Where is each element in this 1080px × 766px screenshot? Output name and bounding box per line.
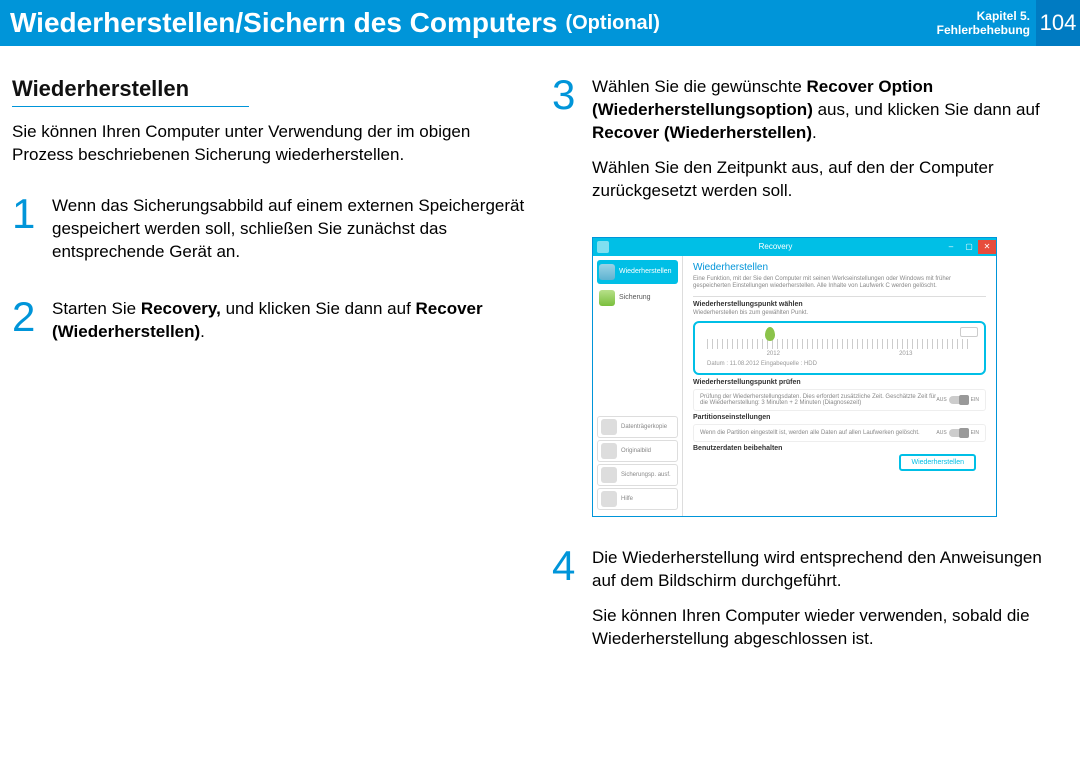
sidebar-item-label: Originalbild — [621, 448, 651, 454]
minimize-button[interactable]: – — [942, 240, 960, 254]
step-number: 4 — [552, 547, 582, 663]
step-body: Die Wiederherstellung wird entsprechend … — [592, 547, 1068, 663]
page-header: Wiederherstellen/Sichern des Computers (… — [0, 0, 1080, 46]
step-body: Starten Sie Recovery, und klicken Sie da… — [52, 298, 528, 356]
intro-text: Sie können Ihren Computer unter Verwendu… — [12, 121, 528, 167]
row-text: Prüfung der Wiederherstellungsdaten. Die… — [700, 394, 936, 406]
step-number: 3 — [552, 76, 582, 215]
toggle-on-label: EIN — [971, 397, 979, 403]
step-number: 1 — [12, 195, 42, 276]
toggle-partition[interactable]: AUS EIN — [936, 429, 979, 437]
toggle-off-label: AUS — [936, 397, 946, 403]
sub-heading-1: Wiederherstellungspunkt wählen — [693, 301, 986, 308]
check-row: Prüfung der Wiederherstellungsdaten. Die… — [693, 389, 986, 411]
sidebar-item-diskcopy[interactable]: Datenträgerkopie — [597, 416, 678, 438]
panel-heading: Wiederherstellen — [693, 262, 986, 273]
sidebar-item-label: Sicherungsp. ausf. — [621, 472, 671, 478]
page-title: Wiederherstellen/Sichern des Computers — [10, 7, 557, 39]
step-2: 2 Starten Sie Recovery, und klicken Sie … — [12, 298, 528, 356]
sub1-caption: Wiederherstellen bis zum gewählten Punkt… — [693, 310, 986, 317]
sidebar-item-label: Sicherung — [619, 294, 651, 301]
panel-description: Eine Funktion, mit der Sie den Computer … — [693, 276, 986, 290]
sidebar-item-label: Wiederherstellen — [619, 268, 672, 275]
timeline-pin-icon[interactable] — [765, 327, 775, 341]
sidebar: Wiederherstellen Sicherung Datenträgerko… — [593, 256, 683, 516]
chapter-line2: Fehlerbehebung — [937, 23, 1030, 37]
refresh-icon[interactable] — [960, 327, 978, 337]
row-text: Wenn die Partition eingestellt ist, werd… — [700, 430, 920, 436]
toggle-on-label: EIN — [971, 430, 979, 436]
window-title: Recovery — [609, 242, 942, 251]
step-extra: Wählen Sie den Zeitpunkt aus, auf den de… — [592, 157, 1068, 203]
timeline-year: 2013 — [899, 351, 912, 357]
sub-heading-2: Wiederherstellungspunkt prüfen — [693, 379, 986, 386]
main-panel: Wiederherstellen Eine Funktion, mit der … — [683, 256, 996, 516]
sidebar-item-help[interactable]: Hilfe — [597, 488, 678, 510]
sidebar-item-label: Datenträgerkopie — [621, 424, 667, 430]
chapter-line1: Kapitel 5. — [937, 9, 1030, 23]
step-body: Wählen Sie die gewünschte Recover Option… — [592, 76, 1068, 215]
timeline-year: 2012 — [767, 351, 780, 357]
step-extra: Sie können Ihren Computer wieder verwend… — [592, 605, 1068, 651]
sidebar-item-create-backup[interactable]: Sicherungsp. ausf. — [597, 464, 678, 486]
recover-button[interactable]: Wiederherstellen — [899, 454, 976, 471]
disk-icon — [601, 419, 617, 435]
step-body: Wenn das Sicherungsabbild auf einem exte… — [52, 195, 528, 276]
close-button[interactable]: ✕ — [978, 240, 996, 254]
toggle-off-label: AUS — [936, 430, 946, 436]
sidebar-item-label: Hilfe — [621, 496, 633, 502]
backup-icon — [599, 290, 615, 306]
sidebar-item-recover[interactable]: Wiederherstellen — [597, 260, 678, 284]
left-column: Wiederherstellen Sie können Ihren Comput… — [12, 76, 528, 684]
original-icon — [601, 443, 617, 459]
toggle-switch-icon[interactable] — [949, 429, 969, 437]
create-icon — [601, 467, 617, 483]
page-number: 104 — [1036, 0, 1080, 46]
section-heading: Wiederherstellen — [12, 76, 249, 107]
sidebar-item-backup[interactable]: Sicherung — [597, 286, 678, 310]
page-title-optional: (Optional) — [565, 12, 659, 35]
toggle-switch-icon[interactable] — [949, 396, 969, 404]
sub-heading-4: Benutzerdaten beibehalten — [693, 445, 986, 452]
recover-icon — [599, 264, 615, 280]
right-column: 3 Wählen Sie die gewünschte Recover Opti… — [552, 76, 1068, 684]
step-4: 4 Die Wiederherstellung wird entsprechen… — [552, 547, 1068, 663]
timeline-track[interactable] — [707, 339, 972, 349]
recovery-screenshot: Recovery – ▢ ✕ Wiederherstellen Sicherun… — [592, 237, 997, 517]
window-titlebar: Recovery – ▢ ✕ — [593, 238, 996, 256]
step-number: 2 — [12, 298, 42, 356]
sidebar-item-original[interactable]: Originalbild — [597, 440, 678, 462]
toggle-check[interactable]: AUS EIN — [936, 396, 979, 404]
timeline-date-line: Datum : 11.08.2012 Eingabequelle : HDD — [707, 361, 972, 367]
sub-heading-3: Partitionseinstellungen — [693, 414, 986, 421]
chapter-label: Kapitel 5. Fehlerbehebung — [937, 9, 1030, 38]
timeline-box[interactable]: 2012 2013 Datum : 11.08.2012 Eingabequel… — [693, 321, 986, 375]
maximize-button[interactable]: ▢ — [960, 240, 978, 254]
step-3: 3 Wählen Sie die gewünschte Recover Opti… — [552, 76, 1068, 215]
help-icon — [601, 491, 617, 507]
partition-row: Wenn die Partition eingestellt ist, werd… — [693, 424, 986, 442]
step-1: 1 Wenn das Sicherungsabbild auf einem ex… — [12, 195, 528, 276]
app-icon — [597, 241, 609, 253]
